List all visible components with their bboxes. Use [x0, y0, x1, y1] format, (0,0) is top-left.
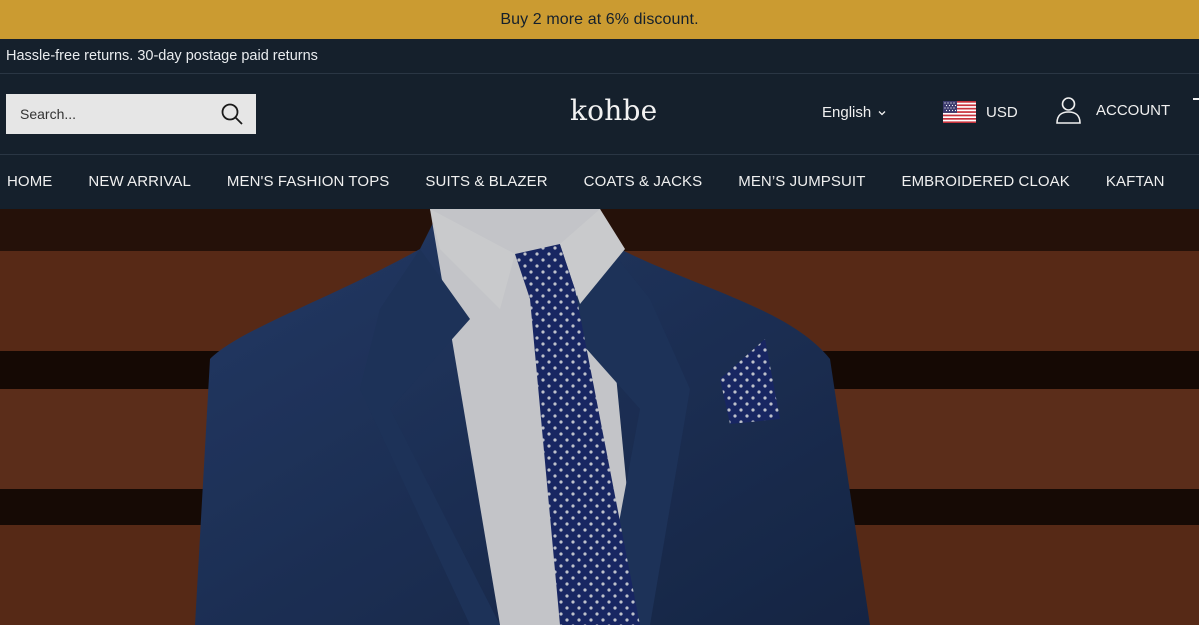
promo-text: Buy 2 more at 6% discount. — [500, 10, 699, 28]
cart-icon[interactable] — [1193, 98, 1199, 118]
nav-item-suits-blazer[interactable]: SUITS & BLAZER — [425, 173, 547, 190]
language-label: English — [822, 104, 872, 121]
nav-item-home[interactable]: HOME — [7, 173, 52, 190]
language-selector[interactable]: English — [822, 104, 887, 121]
site-header: kohbe English — [0, 74, 1199, 155]
user-icon — [1055, 96, 1082, 124]
account-label: ACCOUNT — [1096, 101, 1171, 119]
hero-banner[interactable] — [0, 209, 1199, 625]
currency-label: USD — [986, 103, 1018, 121]
hero-image — [0, 209, 1199, 625]
nav-item-new-arrival[interactable]: NEW ARRIVAL — [88, 173, 191, 190]
search-box — [6, 94, 256, 134]
chevron-down-icon — [877, 108, 887, 118]
nav-item-mens-jumpsuit[interactable]: MEN’S JUMPSUIT — [738, 173, 865, 190]
nav-item-kaftan[interactable]: KAFTAN — [1106, 173, 1165, 190]
us-flag-icon — [943, 101, 976, 123]
currency-selector[interactable]: USD — [943, 101, 1018, 123]
nav-item-mens-fashion-tops[interactable]: MEN'S FASHION TOPS — [227, 173, 389, 190]
main-nav: HOME NEW ARRIVAL MEN'S FASHION TOPS SUIT… — [0, 155, 1199, 208]
info-text: Hassle-free returns. 30-day postage paid… — [6, 48, 318, 64]
search-icon[interactable] — [220, 102, 244, 126]
info-bar: Hassle-free returns. 30-day postage paid… — [0, 39, 1199, 74]
promo-bar: Buy 2 more at 6% discount. — [0, 0, 1199, 39]
search-input[interactable] — [20, 106, 220, 122]
nav-item-coats-jacks[interactable]: COATS & JACKS — [584, 173, 703, 190]
account-link[interactable]: ACCOUNT — [1055, 96, 1170, 124]
site-logo[interactable]: kohbe — [570, 94, 657, 127]
nav-item-embroidered-cloak[interactable]: EMBROIDERED CLOAK — [901, 173, 1069, 190]
